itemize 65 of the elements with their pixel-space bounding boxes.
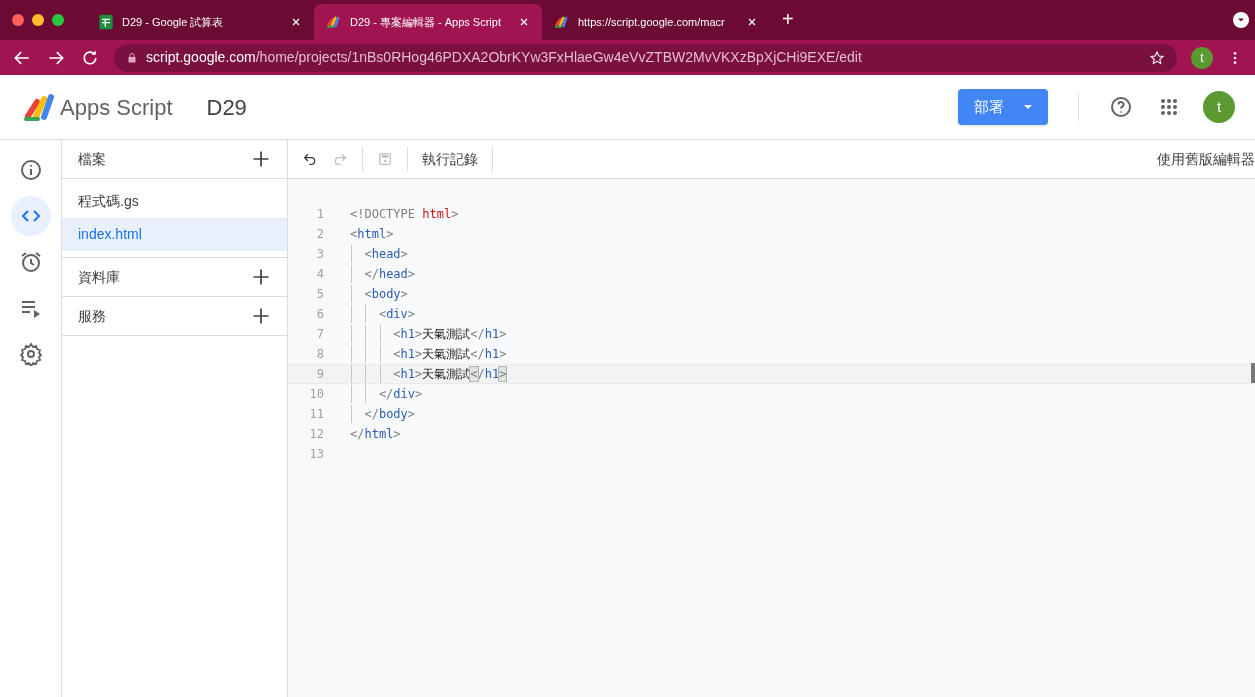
line-number: 12	[308, 426, 324, 443]
line-number: 2	[315, 226, 324, 243]
file-item[interactable]: index.html	[62, 218, 287, 251]
product-name: Apps Script	[60, 93, 173, 122]
code-line: <div>	[350, 305, 416, 323]
execution-log-button[interactable]: 執行記錄	[422, 148, 478, 170]
line-number: 7	[315, 326, 324, 343]
line-number: 1	[315, 206, 324, 223]
file-item[interactable]: 程式碼.gs	[62, 185, 287, 218]
code-editor[interactable]: 1 <!DOCTYPE html> 2 <html> 3 <head> 4 </head> 5 <body> 6 <div> 7 <h1>天氣測試</h1> 8 <h1>天氣測試</h1> 9 <h1>天氣測試</h1> 10 </div> 11 </body> 12 </html> 13	[288, 179, 1255, 697]
line-number: 8	[315, 346, 324, 363]
code-line: </body>	[350, 405, 416, 423]
tab-title: D29 - 專案編輯器 - Apps Script	[350, 14, 502, 30]
info-icon	[18, 158, 43, 182]
code-line: </div>	[350, 385, 423, 403]
nav-rail-button[interactable]	[10, 196, 51, 236]
line-number: 4	[315, 266, 324, 283]
close-icon	[290, 16, 302, 28]
code-line: <!DOCTYPE html>	[350, 206, 459, 223]
code-line: </head>	[350, 265, 416, 283]
apps-script-logo-icon	[554, 14, 570, 30]
section-title: 檔案	[78, 149, 107, 169]
settings-icon	[18, 342, 43, 366]
browser-tab[interactable]: D29 - Google 試算表	[86, 4, 314, 40]
project-title[interactable]: D29	[206, 90, 247, 124]
deploy-button[interactable]: 部署	[958, 89, 1048, 125]
tab-menu-button[interactable]	[1233, 12, 1249, 28]
lock-icon	[126, 51, 138, 64]
url-text: script.google.com/home/projects/1nBs0RHog46PDXA2ObrKYw3FxHlaeGw4eVvZTBW2MvVKXzBpXjCHi9EXE/edit	[146, 48, 863, 67]
line-number: 6	[315, 306, 324, 323]
line-number: 3	[315, 246, 324, 263]
apps-script-logo-icon	[326, 14, 342, 30]
section-title: 資料庫	[78, 267, 121, 287]
line-number: 9	[315, 366, 324, 383]
browser-tab[interactable]: https://script.google.com/macr	[542, 4, 770, 40]
close-icon	[518, 16, 530, 28]
code-line: <head>	[350, 245, 408, 263]
code-line: <html>	[350, 226, 394, 243]
tab-title: https://script.google.com/macr	[578, 14, 726, 30]
tab-title: D29 - Google 試算表	[122, 14, 225, 30]
line-number: 13	[308, 446, 324, 463]
plus-icon	[251, 267, 271, 287]
line-number: 5	[315, 286, 324, 303]
window-control[interactable]	[52, 14, 64, 26]
apps-script-logo-icon	[22, 91, 54, 123]
code-line: <h1>天氣測試</h1>	[350, 365, 507, 383]
new-tab-button[interactable]: +	[782, 4, 794, 34]
spreadsheet-icon	[98, 14, 114, 30]
line-number: 10	[308, 386, 324, 403]
window-control[interactable]	[12, 14, 24, 26]
plus-icon	[251, 306, 271, 326]
address-bar[interactable]: script.google.com/home/projects/1nBs0RHog46PDXA2ObrKYw3FxHlaeGw4eVvZTBW2MvVKXzBpXjCHi9EXE/edit	[114, 43, 1177, 72]
close-icon	[746, 16, 758, 28]
plus-icon	[251, 149, 271, 169]
window-control[interactable]	[32, 14, 44, 26]
line-number: 11	[308, 406, 324, 423]
code-line: </html>	[350, 426, 401, 443]
browser-tab[interactable]: D29 - 專案編輯器 - Apps Script	[314, 4, 542, 40]
section-title: 服務	[78, 306, 107, 326]
legacy-editor-link[interactable]: 使用舊版編輯器	[1157, 148, 1255, 170]
code-line: <h1>天氣測試</h1>	[350, 345, 507, 363]
code-line: <body>	[350, 285, 408, 303]
code-line: <h1>天氣測試</h1>	[350, 325, 507, 343]
star-icon	[1149, 49, 1165, 66]
help-icon	[1109, 95, 1133, 119]
